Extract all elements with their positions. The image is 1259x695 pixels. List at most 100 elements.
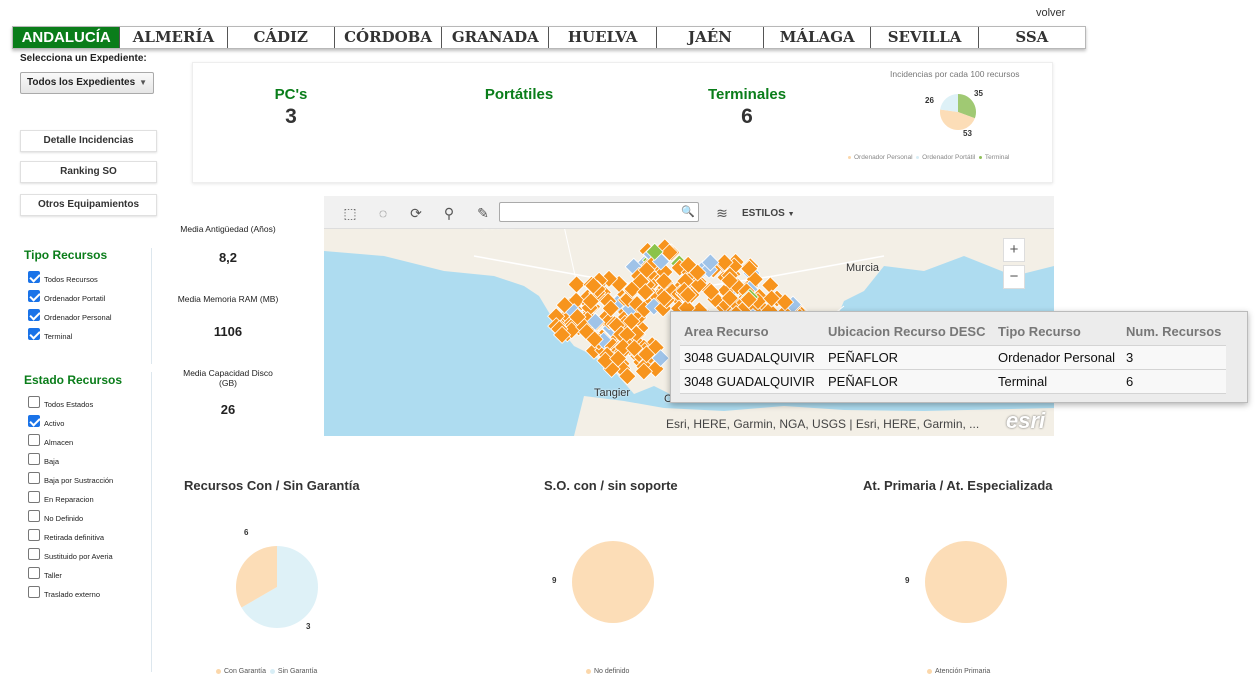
volver-link[interactable]: volver (1036, 7, 1065, 19)
popup-cell: PEÑAFLOR (824, 344, 994, 370)
tipo-checkbox-label: Todos Recursos (44, 275, 98, 284)
incidencias-label-terminal: 35 (974, 89, 983, 98)
estilos-dropdown[interactable]: ESTILOS ▼ (742, 208, 795, 219)
estado-checkbox-row[interactable]: Activo (28, 412, 64, 430)
estado-checkbox-row[interactable]: Baja por Sustracción (28, 469, 113, 487)
estado-checkbox-row[interactable]: Traslado externo (28, 583, 100, 601)
estado-checkbox-label: En Reparacion (44, 495, 94, 504)
estado-checkbox[interactable] (28, 472, 40, 484)
tab-andalucia[interactable]: ANDALUCÍA (13, 27, 120, 48)
province-tabs: ANDALUCÍA ALMERÍA CÁDIZ CÓRDOBA GRANADA … (12, 26, 1086, 49)
garantia-pie (236, 546, 318, 628)
tab-almeria[interactable]: ALMERÍA (119, 27, 226, 48)
pie-slice (925, 541, 1007, 623)
expediente-select[interactable]: Todos los Expedientes ▼ (20, 72, 154, 94)
estado-checkbox-label: Todos Estados (44, 400, 94, 409)
tab-granada[interactable]: GRANADA (441, 27, 548, 48)
popup-header: Ubicacion Recurso DESC (828, 324, 986, 340)
pie-slice (572, 541, 654, 623)
estado-checkbox[interactable] (28, 415, 40, 427)
tab-sevilla[interactable]: SEVILLA (870, 27, 977, 48)
zoom-in-button[interactable]: + (1003, 238, 1025, 262)
legend-item: Ordenador Personal (848, 154, 913, 161)
tipo-checkbox-row[interactable]: Terminal (28, 325, 72, 343)
garantia-chart-title: Recursos Con / Sin Garantía (184, 478, 360, 493)
estado-checkbox-row[interactable]: No Definido (28, 507, 83, 525)
table-row: 3048 GUADALQUIVIR PEÑAFLOR Ordenador Per… (680, 344, 1226, 370)
media-ram-label: Media Memoria RAM (MB) (177, 294, 279, 304)
map-attribution: Esri, HERE, Garmin, NGA, USGS | Esri, HE… (666, 417, 980, 431)
expediente-value: Todos los Expedientes (27, 77, 136, 88)
zoom-out-button[interactable]: − (1003, 265, 1025, 289)
estado-checkbox[interactable] (28, 529, 40, 541)
estado-checkbox[interactable] (28, 548, 40, 560)
tab-huelva[interactable]: HUELVA (548, 27, 655, 48)
terminales-title: Terminales (707, 86, 787, 103)
estado-checkbox-label: Baja (44, 457, 60, 466)
ranking-so-button[interactable]: Ranking SO (20, 161, 157, 183)
tab-jaen[interactable]: JAÉN (655, 27, 763, 48)
tipo-checkbox-label: Terminal (44, 332, 73, 341)
estado-checkbox-row[interactable]: Retirada definitiva (28, 526, 104, 544)
search-icon[interactable]: 🔍 (681, 205, 695, 218)
resource-marker (567, 275, 586, 294)
soporte-legend: No definido (586, 668, 629, 675)
tipo-checkbox-row[interactable]: Ordenador Portatil (28, 287, 105, 305)
annotate-icon[interactable]: ✎ (475, 205, 491, 221)
tab-cordoba[interactable]: CÓRDOBA (333, 27, 441, 48)
detalle-incidencias-button[interactable]: Detalle Incidencias (20, 130, 157, 152)
clear-selection-icon[interactable]: ⚲ (441, 205, 457, 221)
popup-cell: 3048 GUADALQUIVIR (680, 368, 824, 394)
expediente-label: Selecciona un Expediente: (20, 53, 147, 64)
divider (151, 372, 152, 672)
estado-checkbox-row[interactable]: Sustituido por Averia (28, 545, 113, 563)
otros-equipamientos-button[interactable]: Otros Equipamientos (20, 194, 157, 216)
map-label-murcia: Murcia (846, 262, 880, 274)
tipo-checkbox-row[interactable]: Ordenador Personal (28, 306, 112, 324)
estado-checkbox-row[interactable]: Almacen (28, 431, 73, 449)
estado-checkbox[interactable] (28, 396, 40, 408)
estado-recursos-title: Estado Recursos (24, 373, 123, 387)
estado-checkbox-label: Sustituido por Averia (44, 552, 113, 561)
media-antiguedad-value: 8,2 (218, 250, 238, 265)
tipo-checkbox[interactable] (28, 328, 40, 340)
estado-checkbox-row[interactable]: En Reparacion (28, 488, 94, 506)
popup-header: Tipo Recurso (998, 324, 1081, 340)
tab-malaga[interactable]: MÁLAGA (763, 27, 870, 48)
tipo-checkbox-row[interactable]: Todos Recursos (28, 268, 98, 286)
tipo-checkbox[interactable] (28, 271, 40, 283)
estado-checkbox-row[interactable]: Todos Estados (28, 393, 93, 411)
popup-cell: 3048 GUADALQUIVIR (680, 344, 824, 370)
layers-icon[interactable]: ≋ (714, 205, 730, 221)
popup-table: Area Recurso Ubicacion Recurso DESC Tipo… (680, 319, 1226, 394)
tab-ssa[interactable]: SSA (977, 27, 1085, 48)
atencion-pie (925, 541, 1007, 623)
rectangle-select-icon[interactable]: ⬚ (342, 205, 358, 221)
estado-checkbox[interactable] (28, 434, 40, 446)
estado-checkbox-row[interactable]: Baja (28, 450, 59, 468)
estado-checkbox-label: Baja por Sustracción (44, 476, 114, 485)
incidencias-legend: Ordenador Personal Ordenador Portátil Te… (848, 154, 1009, 161)
estado-checkbox[interactable] (28, 510, 40, 522)
popup-cell: 3 (1122, 344, 1226, 370)
legend-item: Atención Primaria (927, 668, 990, 675)
popup-header: Num. Recursos (1126, 324, 1222, 340)
estado-checkbox[interactable] (28, 567, 40, 579)
garantia-label-con: 3 (306, 622, 311, 631)
estado-checkbox[interactable] (28, 491, 40, 503)
pcs-title: PC's (274, 86, 308, 103)
tipo-checkbox[interactable] (28, 309, 40, 321)
soporte-pie (572, 541, 654, 623)
estado-checkbox-row[interactable]: Taller (28, 564, 62, 582)
media-ram-value: 1106 (213, 324, 243, 339)
estado-checkbox[interactable] (28, 586, 40, 598)
tab-cadiz[interactable]: CÁDIZ (226, 27, 334, 48)
map-popup: Area Recurso Ubicacion Recurso DESC Tipo… (670, 311, 1248, 403)
tipo-checkbox[interactable] (28, 290, 40, 302)
circle-select-icon[interactable]: ◌ (375, 205, 391, 221)
legend-item: Terminal (978, 154, 1009, 161)
lasso-select-icon[interactable]: ⟳ (408, 205, 424, 221)
map-search-input[interactable] (499, 202, 699, 222)
estado-checkbox[interactable] (28, 453, 40, 465)
media-disco-label: Media Capacidad Disco (GB) (183, 368, 273, 388)
